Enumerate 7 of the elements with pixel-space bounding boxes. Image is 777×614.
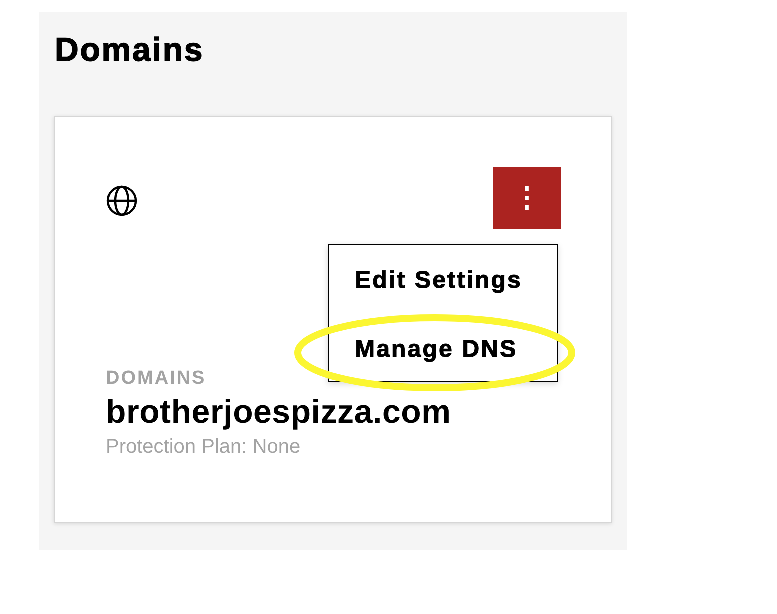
- page-title: Domains: [55, 30, 206, 70]
- category-label: DOMAINS: [106, 368, 208, 391]
- protection-plan-text: Protection Plan: None: [106, 434, 302, 460]
- more-options-button[interactable]: ⋮: [493, 166, 561, 229]
- domain-name: brotherjoespizza.com: [106, 392, 452, 432]
- menu-item[interactable]: Edit Settings: [329, 258, 557, 302]
- globe-icon: [106, 184, 138, 217]
